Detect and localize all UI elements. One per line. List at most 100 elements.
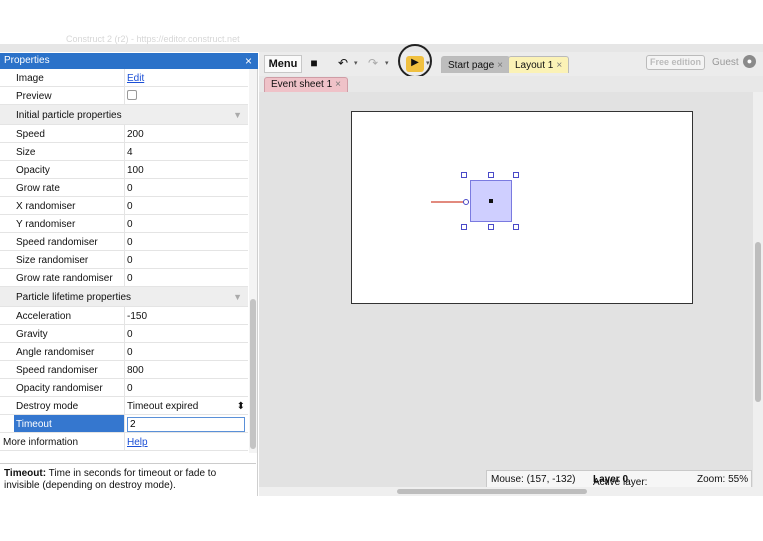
destroy-mode-select[interactable]: Timeout expired ⬍ — [124, 397, 246, 415]
property-row[interactable]: Size randomiser 0 — [0, 251, 248, 269]
chevron-down-icon[interactable]: ▾ — [385, 59, 389, 67]
resize-handle[interactable] — [461, 172, 467, 178]
property-row[interactable]: Gravity 0 — [0, 325, 248, 343]
property-row[interactable]: Angle randomiser 0 — [0, 343, 248, 361]
scrollbar-thumb[interactable] — [755, 242, 761, 402]
section-particle-lifetime[interactable]: Particle lifetime properties ▼ — [0, 287, 248, 307]
guest-label[interactable]: Guest — [712, 57, 739, 68]
tab-event-sheet-1[interactable]: Event sheet 1 × — [264, 77, 348, 92]
collapse-arrow-icon[interactable]: ▼ — [233, 292, 242, 302]
browser-tab-text: Construct 2 (r2) - https://editor.constr… — [66, 34, 240, 44]
workspace: Menu ■ ↶ ▾ ↷ ▾ ▶ ▾ Start page × Layout 1 ×… — [259, 44, 763, 496]
property-value: Help — [124, 433, 246, 451]
help-link[interactable]: Help — [127, 437, 148, 448]
property-label: X randomiser — [16, 201, 76, 212]
property-value[interactable]: 100 — [124, 161, 246, 179]
property-value: Edit — [124, 69, 246, 87]
property-value[interactable]: 0 — [124, 325, 246, 343]
active-layer: Active layer: Layer 0 — [593, 474, 647, 488]
tab-layout-1[interactable]: Layout 1 × — [508, 56, 570, 73]
property-label: Speed randomiser — [16, 365, 98, 376]
origin-handle[interactable] — [463, 199, 469, 205]
chevron-down-icon[interactable]: ▾ — [426, 59, 430, 67]
property-row[interactable]: Opacity 100 — [0, 161, 248, 179]
property-row[interactable]: X randomiser 0 — [0, 197, 248, 215]
property-label: Size randomiser — [16, 255, 89, 266]
property-row-destroy-mode[interactable]: Destroy mode Timeout expired ⬍ — [0, 397, 248, 415]
property-row[interactable]: Speed randomiser 800 — [0, 361, 248, 379]
resize-handle[interactable] — [513, 172, 519, 178]
scrollbar-thumb[interactable] — [250, 299, 256, 449]
scrollbar-thumb[interactable] — [397, 489, 587, 494]
free-edition-badge[interactable]: Free edition — [646, 55, 706, 70]
property-label: Destroy mode — [16, 401, 79, 412]
preview-checkbox[interactable] — [127, 90, 137, 100]
property-row[interactable]: Grow rate randomiser 0 — [0, 269, 248, 287]
redo-icon[interactable]: ↷ — [365, 56, 381, 72]
run-layout-button[interactable]: ▶ — [406, 56, 424, 72]
property-value[interactable]: 0 — [124, 179, 246, 197]
vertical-scrollbar[interactable] — [753, 92, 763, 496]
property-label: Grow rate — [16, 183, 60, 194]
property-value[interactable]: 0 — [124, 251, 246, 269]
undo-icon[interactable]: ↶ — [335, 56, 351, 72]
resize-handle[interactable] — [513, 224, 519, 230]
property-value[interactable]: -150 — [124, 307, 246, 325]
section-initial-particle[interactable]: Initial particle properties ▼ — [0, 105, 248, 125]
property-label: Preview — [16, 91, 52, 102]
property-label: Y randomiser — [16, 219, 76, 230]
timeout-input[interactable] — [127, 417, 245, 432]
resize-handle[interactable] — [488, 224, 494, 230]
properties-header: Properties × — [0, 53, 258, 69]
property-label: Grow rate randomiser — [16, 273, 113, 284]
browser-bar — [0, 44, 763, 52]
close-icon[interactable]: × — [245, 54, 252, 68]
property-row[interactable]: Acceleration -150 — [0, 307, 248, 325]
close-icon[interactable]: × — [556, 60, 562, 71]
property-row[interactable]: Size 4 — [0, 143, 248, 161]
resize-handle[interactable] — [461, 224, 467, 230]
user-icon[interactable]: ● — [743, 55, 756, 68]
property-value[interactable]: 0 — [124, 233, 246, 251]
property-row[interactable]: Speed 200 — [0, 125, 248, 143]
property-row[interactable]: Y randomiser 0 — [0, 215, 248, 233]
property-label: Opacity — [16, 165, 50, 176]
tab-start-page[interactable]: Start page × — [441, 56, 510, 73]
property-value[interactable]: 0 — [124, 343, 246, 361]
zoom-level: Zoom: 55% — [697, 474, 749, 485]
collapse-arrow-icon[interactable]: ▼ — [233, 110, 242, 120]
property-value[interactable]: 0 — [124, 379, 246, 397]
edit-image-link[interactable]: Edit — [127, 73, 144, 84]
property-row[interactable]: Speed randomiser 0 — [0, 233, 248, 251]
property-value[interactable]: 0 — [124, 269, 246, 287]
properties-scrollbar[interactable] — [249, 69, 257, 453]
layout-canvas[interactable] — [259, 92, 753, 496]
property-row[interactable]: Grow rate 0 — [0, 179, 248, 197]
menu-button[interactable]: Menu — [264, 55, 302, 73]
select-value: Timeout expired — [127, 401, 199, 412]
layout-boundary[interactable] — [351, 111, 693, 304]
property-value[interactable]: 0 — [124, 215, 246, 233]
toolbar: Menu ■ ↶ ▾ ↷ ▾ ▶ ▾ Start page × Layout 1 ×… — [259, 44, 763, 78]
property-value[interactable]: 0 — [124, 197, 246, 215]
property-value[interactable]: 4 — [124, 143, 246, 161]
horizontal-scrollbar[interactable] — [259, 487, 753, 496]
properties-panel: Properties × Image Edit Preview Initial … — [0, 53, 258, 496]
property-row[interactable]: Opacity randomiser 0 — [0, 379, 248, 397]
property-value[interactable]: 200 — [124, 125, 246, 143]
property-value[interactable]: 800 — [124, 361, 246, 379]
property-row-timeout[interactable]: Timeout — [0, 415, 248, 433]
close-icon[interactable]: × — [497, 60, 503, 71]
properties-grid: Image Edit Preview Initial particle prop… — [0, 69, 248, 453]
tab-label: Event sheet 1 — [271, 79, 333, 90]
property-row-more-info: More information Help — [0, 433, 248, 451]
properties-title: Properties — [4, 55, 50, 66]
select-value-wrap: Timeout expired ⬍ — [127, 401, 245, 412]
particles-object[interactable] — [470, 180, 512, 222]
property-label: Speed randomiser — [16, 237, 98, 248]
close-icon[interactable]: × — [335, 79, 341, 90]
save-icon[interactable]: ■ — [306, 56, 322, 72]
resize-handle[interactable] — [488, 172, 494, 178]
property-row-preview: Preview — [0, 87, 248, 105]
chevron-down-icon[interactable]: ▾ — [354, 59, 358, 67]
